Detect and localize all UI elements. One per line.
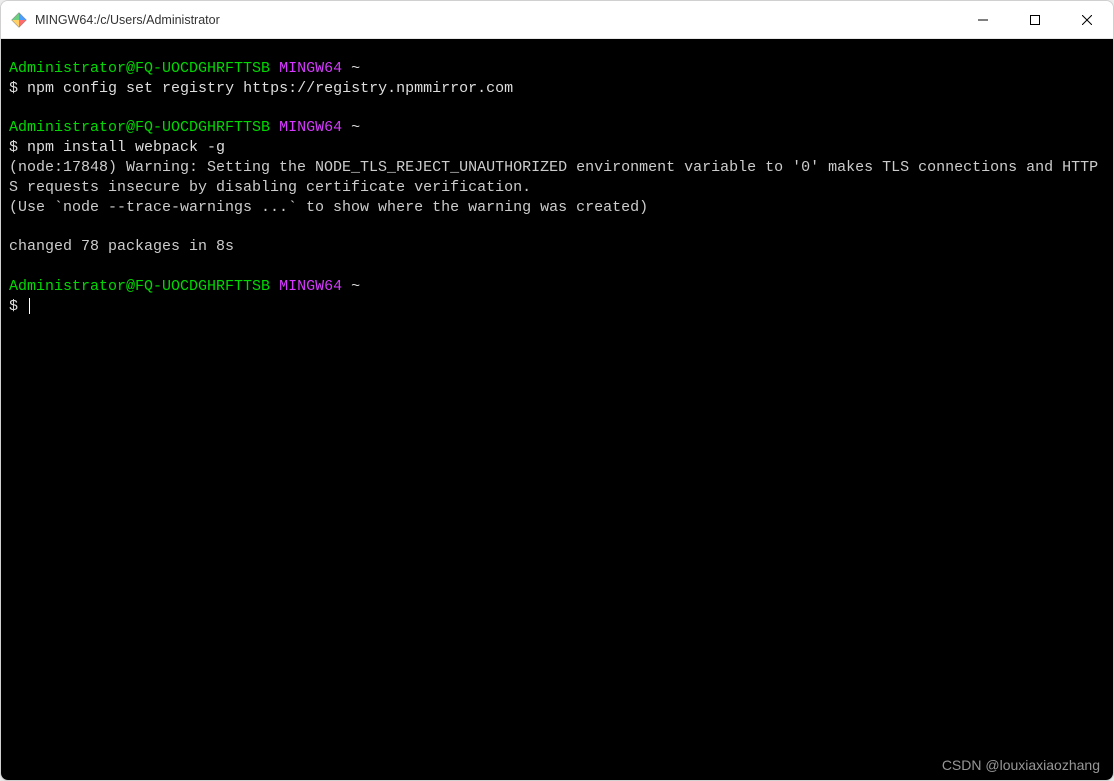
- terminal-window: MINGW64:/c/Users/Administrator Administr…: [0, 0, 1114, 781]
- window-title: MINGW64:/c/Users/Administrator: [35, 13, 957, 27]
- close-button[interactable]: [1061, 1, 1113, 38]
- terminal-body[interactable]: Administrator@FQ-UOCDGHRFTTSB MINGW64 ~ …: [1, 39, 1113, 780]
- prompt-path: ~: [351, 60, 360, 77]
- cursor: [29, 298, 30, 314]
- app-icon: [11, 12, 27, 28]
- command-line: npm install webpack -g: [27, 139, 225, 156]
- prompt-userhost: Administrator@FQ-UOCDGHRFTTSB: [9, 60, 270, 77]
- terminal-output: (node:17848) Warning: Setting the NODE_T…: [9, 159, 1098, 196]
- minimize-button[interactable]: [957, 1, 1009, 38]
- maximize-button[interactable]: [1009, 1, 1061, 38]
- prompt-userhost: Administrator@FQ-UOCDGHRFTTSB: [9, 278, 270, 295]
- prompt-shell: MINGW64: [279, 119, 342, 136]
- window-controls: [957, 1, 1113, 38]
- command-line: npm config set registry https://registry…: [27, 80, 513, 97]
- terminal-output: (Use `node --trace-warnings ...` to show…: [9, 199, 648, 216]
- prompt-dollar: $: [9, 139, 18, 156]
- prompt-userhost: Administrator@FQ-UOCDGHRFTTSB: [9, 119, 270, 136]
- prompt-dollar: $: [9, 298, 18, 315]
- prompt-dollar: $: [9, 80, 18, 97]
- titlebar[interactable]: MINGW64:/c/Users/Administrator: [1, 1, 1113, 39]
- prompt-path: ~: [351, 119, 360, 136]
- prompt-path: ~: [351, 278, 360, 295]
- prompt-shell: MINGW64: [279, 278, 342, 295]
- prompt-shell: MINGW64: [279, 60, 342, 77]
- terminal-output: changed 78 packages in 8s: [9, 238, 234, 255]
